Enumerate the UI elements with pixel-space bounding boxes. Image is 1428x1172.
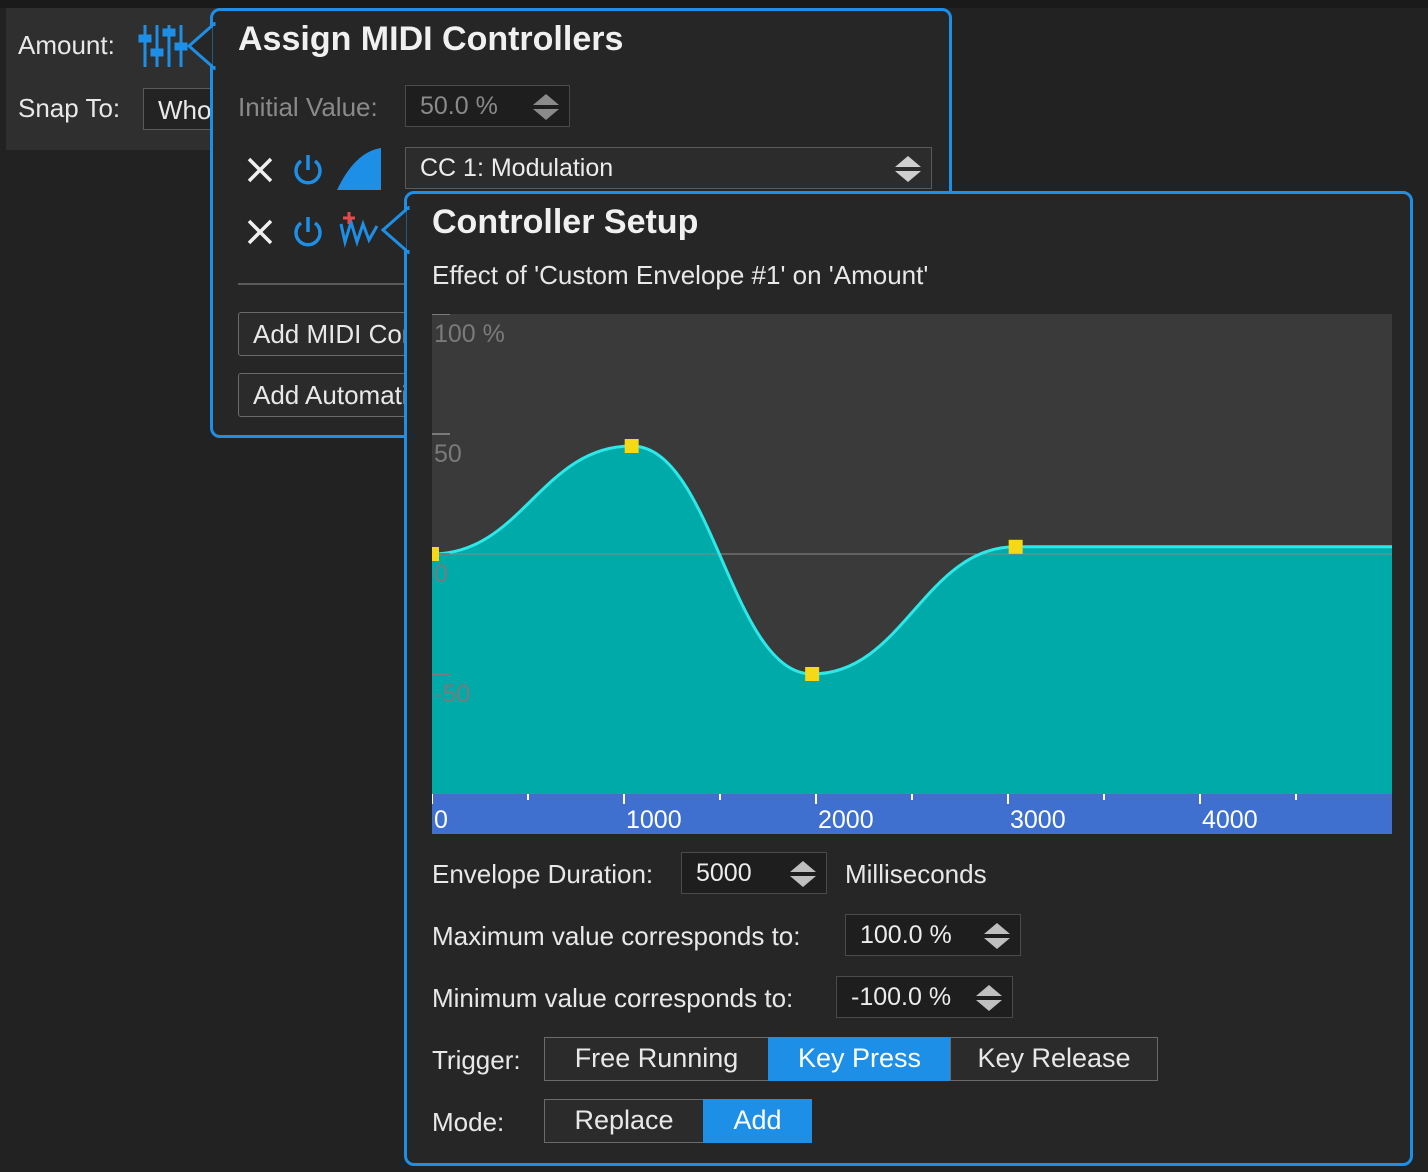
assign-popup-title: Assign MIDI Controllers: [238, 20, 624, 58]
remove-controller-icon[interactable]: [245, 155, 275, 185]
sliders-icon[interactable]: [138, 22, 188, 70]
spin-arrows-icon[interactable]: [531, 92, 561, 122]
midi-cc-select[interactable]: CC 1: Modulation: [405, 147, 932, 189]
spin-arrows-icon[interactable]: [788, 859, 818, 889]
x-tick-label: 3000: [1010, 806, 1066, 834]
remove-controller-icon[interactable]: [245, 217, 275, 247]
envelope-duration-spinbox[interactable]: 5000: [681, 852, 827, 894]
power-icon[interactable]: [290, 152, 326, 188]
y-tick-label: 100 %: [434, 320, 505, 348]
spin-arrows-icon[interactable]: [982, 921, 1012, 951]
envelope-point: [805, 667, 820, 681]
initial-value: 50.0 %: [420, 92, 498, 120]
curve-shape-icon[interactable]: [335, 146, 383, 192]
mode-add[interactable]: Add: [703, 1099, 812, 1143]
envelope-point: [624, 439, 639, 453]
trigger-key-press[interactable]: Key Press: [768, 1037, 951, 1081]
x-tick-label: 2000: [818, 806, 874, 834]
trigger-label: Trigger:: [432, 1045, 521, 1075]
min-value-spinbox[interactable]: -100.0 %: [836, 976, 1013, 1018]
min-value: -100.0 %: [851, 983, 952, 1011]
mode-label: Mode:: [432, 1107, 505, 1137]
initial-value-label: Initial Value:: [238, 92, 378, 122]
top-strip: [0, 0, 1428, 8]
envelope-chart[interactable]: 100 % 50 0 -50 0 1000 2000 3000 4000: [432, 314, 1392, 834]
envelope-point: [432, 547, 439, 561]
max-value-spinbox[interactable]: 100.0 %: [845, 914, 1021, 956]
x-tick-label: 0: [434, 806, 448, 834]
mode-replace[interactable]: Replace: [544, 1099, 704, 1143]
power-icon[interactable]: [290, 214, 326, 250]
add-midi-controller-button[interactable]: Add MIDI Controller: [238, 312, 418, 356]
popup-pointer: [380, 206, 410, 254]
amount-label: Amount:: [18, 30, 115, 60]
select-arrows-icon: [895, 156, 921, 182]
envelope-point: [1008, 539, 1023, 554]
spin-arrows-icon[interactable]: [974, 983, 1004, 1013]
midi-cc-value: CC 1: Modulation: [420, 154, 614, 182]
envelope-icon[interactable]: [337, 210, 383, 250]
max-value-label: Maximum value corresponds to:: [432, 921, 801, 951]
y-tick-label: -50: [434, 680, 470, 708]
divider: [238, 283, 418, 285]
envelope-duration-unit: Milliseconds: [845, 859, 987, 889]
trigger-free-running[interactable]: Free Running: [544, 1037, 769, 1081]
controller-setup-subtitle: Effect of 'Custom Envelope #1' on 'Amoun…: [432, 260, 929, 290]
envelope-duration-label: Envelope Duration:: [432, 859, 654, 889]
popup-pointer: [186, 22, 216, 70]
max-value: 100.0 %: [860, 921, 952, 949]
y-tick-label: 0: [434, 560, 448, 588]
add-automation-button[interactable]: Add Automation: [238, 373, 418, 417]
min-value-label: Minimum value corresponds to:: [432, 983, 794, 1013]
x-tick-label: 1000: [626, 806, 682, 834]
snap-to-label: Snap To:: [18, 93, 121, 123]
x-tick-label: 4000: [1202, 806, 1258, 834]
envelope-duration-value: 5000: [696, 859, 752, 887]
y-tick-label: 50: [434, 440, 462, 468]
initial-value-spinbox[interactable]: 50.0 %: [405, 85, 570, 127]
trigger-key-release[interactable]: Key Release: [950, 1037, 1158, 1081]
controller-setup-title: Controller Setup: [432, 203, 699, 241]
